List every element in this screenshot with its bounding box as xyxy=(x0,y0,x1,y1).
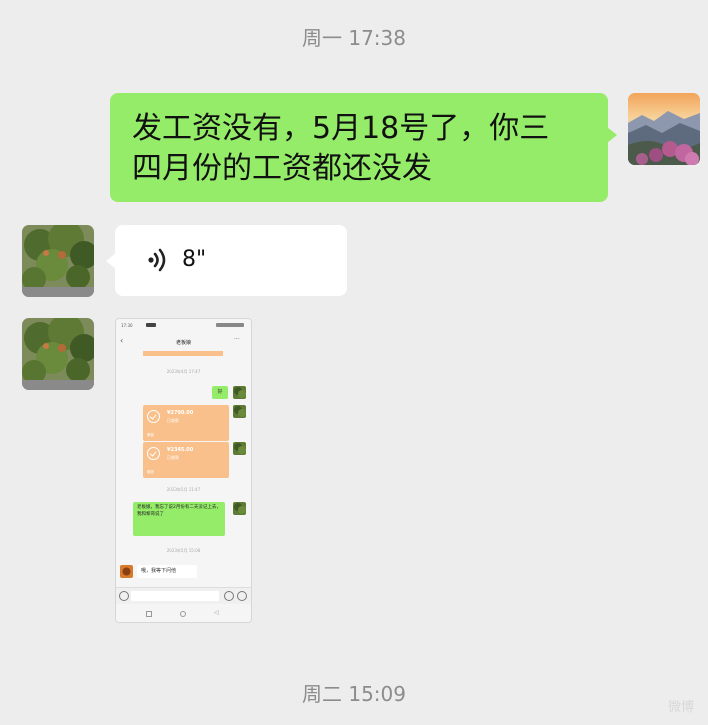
shot-transfer-status: 已收款 xyxy=(167,455,179,460)
shot-reply-ok-text: 好 xyxy=(217,389,223,395)
shot-check-icon xyxy=(147,447,160,460)
shot-status-icons xyxy=(146,323,156,327)
contact-avatar[interactable] xyxy=(22,318,94,390)
shot-my-avatar xyxy=(233,386,246,399)
sent-message-line2: 四月份的工资都还没发 xyxy=(132,151,432,186)
timestamp-tuesday: 周二 15:09 xyxy=(302,682,406,706)
shot-check-icon xyxy=(147,410,160,423)
shot-my-avatar xyxy=(233,405,246,418)
shot-last-reply: 哦，我等下问他 xyxy=(137,565,197,578)
shot-battery-icon xyxy=(216,323,244,327)
voice-message-bubble[interactable]: 8" xyxy=(106,225,347,296)
shot-contact-avatar xyxy=(120,565,133,578)
shot-transfer-label: 微信 xyxy=(147,433,154,437)
my-avatar[interactable] xyxy=(628,93,700,165)
shot-status-time: 17:30 xyxy=(121,323,133,328)
voice-duration: 8" xyxy=(182,247,207,272)
shot-time-2: 2023年5月 11:47 xyxy=(166,487,201,492)
shot-transfer-label: 微信 xyxy=(147,470,154,474)
shot-my-avatar xyxy=(233,442,246,455)
shot-more-icon: ··· xyxy=(234,336,240,343)
shot-nav-home-icon xyxy=(180,611,186,617)
shot-nav-menu-icon xyxy=(146,611,152,617)
shot-time-1: 2023年4月 17:47 xyxy=(166,369,201,374)
shot-time-3: 2023年5月 15:08 xyxy=(166,548,201,553)
voice-wave-icon xyxy=(148,248,166,272)
shot-nav-bar: ◁ xyxy=(116,605,251,622)
image-message-screenshot[interactable]: 17:30 ‹ 老板娘 ··· 2023年4月 17:47 好 ¥2790.00… xyxy=(115,318,252,623)
shot-contact-name: 老板娘 xyxy=(175,340,191,346)
shot-transfer-status: 已收款 xyxy=(167,418,179,423)
shot-last-reply-text: 哦，我等下问他 xyxy=(141,568,177,574)
shot-my-avatar xyxy=(233,502,246,515)
shot-long-message: 老板娘，我忘了说2月份有二天没记上去，我和黎哥说了 xyxy=(133,502,225,536)
sent-message-line1: 发工资没有，5月18号了，你三 xyxy=(132,111,550,146)
shot-reply-ok: 好 xyxy=(212,386,228,399)
shot-transfer-amount: ¥2345.00 xyxy=(167,447,194,453)
sent-message-bubble[interactable]: 发工资没有，5月18号了，你三 四月份的工资都还没发 xyxy=(110,93,617,202)
shot-text-input xyxy=(131,591,219,601)
shot-input-bar xyxy=(116,587,251,604)
shot-transfer-amount: ¥2790.00 xyxy=(167,410,194,416)
shot-transfer-card-1: ¥2790.00 已收款 微信 xyxy=(143,405,229,441)
shot-emoji-icon xyxy=(224,591,234,601)
timestamp-monday: 周一 17:38 xyxy=(302,26,406,50)
shot-voice-toggle-icon xyxy=(119,591,129,601)
shot-partial-transfer xyxy=(143,351,223,356)
shot-transfer-card-2: ¥2345.00 已收款 微信 xyxy=(143,442,229,478)
contact-avatar[interactable] xyxy=(22,225,94,297)
shot-plus-icon xyxy=(237,591,247,601)
shot-nav-back-icon: ◁ xyxy=(214,609,219,616)
weibo-watermark: 微博 xyxy=(667,700,694,715)
